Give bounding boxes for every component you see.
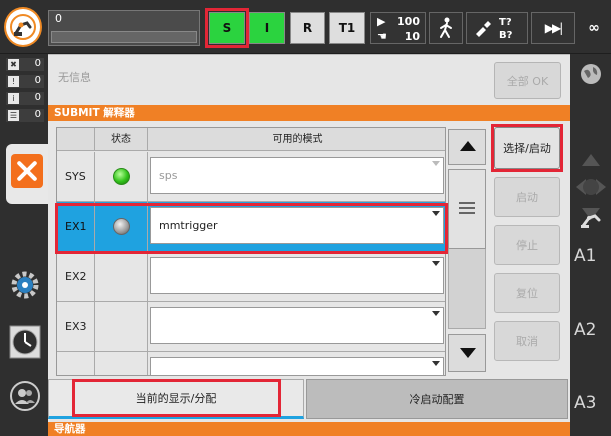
column-header-name <box>57 128 95 151</box>
drives-status-button[interactable]: I <box>249 12 285 44</box>
tool-base-display[interactable]: T? B? <box>466 12 528 44</box>
axis-label-a1[interactable]: A1 <box>574 246 596 266</box>
arrow-down-icon <box>460 348 476 358</box>
play-icon: ▶ <box>377 15 386 28</box>
stop-button[interactable]: 停止 <box>494 225 560 265</box>
status-led-grey-icon <box>113 218 130 235</box>
row-name <box>57 352 95 375</box>
axis-jog-robot-icon[interactable] <box>579 206 603 230</box>
scroll-down-button[interactable] <box>448 334 486 372</box>
tab-cold-start-config[interactable]: 冷启动配置 <box>306 379 568 419</box>
message-window[interactable]: 0 <box>48 10 200 46</box>
clock-icon[interactable] <box>9 325 41 359</box>
increment-jog-icon[interactable]: ▶▶| <box>531 12 575 44</box>
mode-dropdown[interactable] <box>150 357 444 375</box>
info-icon: i <box>8 93 19 104</box>
warning-counter[interactable]: ! 0 <box>6 75 44 88</box>
acknowledge-all-button[interactable]: 全部 OK <box>494 62 561 99</box>
mode-dropdown[interactable]: sps <box>150 157 444 194</box>
info-count: 0 <box>34 92 41 103</box>
start-button[interactable]: 启动 <box>494 177 560 217</box>
tool-value: T? <box>499 17 512 28</box>
mode-dropdown[interactable]: mmtrigger <box>150 207 444 244</box>
error-counter[interactable]: ✖ 0 <box>6 58 44 71</box>
message-text: 无信息 <box>58 71 91 84</box>
note-icon: ☰ <box>8 110 19 121</box>
note-counter[interactable]: ☰ 0 <box>6 109 44 122</box>
base-value: B? <box>499 30 513 41</box>
mode-dropdown[interactable] <box>150 257 444 294</box>
status-bar: 0 S I R T1 ▶ 100 ☚ 10 T? B? ▶▶| ∞ <box>0 0 611 54</box>
increment-value[interactable]: ∞ <box>577 12 611 44</box>
override-display[interactable]: ▶ 100 ☚ 10 <box>370 12 426 44</box>
note-count: 0 <box>34 109 41 120</box>
program-override-value: 100 <box>397 15 420 28</box>
close-icon[interactable] <box>11 154 43 188</box>
axis-label-a2[interactable]: A2 <box>574 320 596 340</box>
row-name: EX1 <box>57 202 95 251</box>
error-count: 0 <box>34 58 41 69</box>
table-row-sys[interactable]: SYS sps <box>57 152 445 202</box>
robot-logo-icon[interactable] <box>4 7 42 47</box>
warning-icon: ! <box>8 76 19 87</box>
select-start-button[interactable]: 选择/启动 <box>494 127 560 169</box>
message-progress <box>51 31 197 43</box>
navigator-title: 导航器 <box>48 422 570 436</box>
reset-button[interactable]: 复位 <box>494 273 560 313</box>
table-row-ex1[interactable]: EX1 mmtrigger <box>57 202 445 252</box>
close-panel-tab[interactable] <box>6 144 48 204</box>
hand-icon: ☚ <box>377 30 387 43</box>
message-count: 0 <box>55 12 62 25</box>
row-name: EX3 <box>57 302 95 351</box>
row-name: SYS <box>57 152 95 201</box>
robot-interpreter-status-button[interactable]: R <box>290 12 325 44</box>
left-sidebar: ✖ 0 ! 0 i 0 ☰ 0 <box>0 54 48 436</box>
operating-mode-button[interactable]: T1 <box>329 12 365 44</box>
cancel-button[interactable]: 取消 <box>494 321 560 361</box>
row-name: EX2 <box>57 252 95 301</box>
status-led-green-icon <box>113 168 130 185</box>
table-row-ex4[interactable] <box>57 352 445 375</box>
jog-override-value: 10 <box>404 30 420 43</box>
info-counter[interactable]: i 0 <box>6 92 44 105</box>
scrollbar-thumb[interactable] <box>448 169 486 249</box>
submit-interpreter-status-button[interactable]: S <box>205 8 249 48</box>
tab-current-display[interactable]: 当前的显示/分配 <box>48 379 304 419</box>
world-coordinates-icon[interactable] <box>579 62 603 86</box>
tool-icon <box>473 19 493 42</box>
row-status <box>95 302 148 351</box>
row-status <box>95 252 148 301</box>
arrow-up-icon <box>460 141 476 151</box>
row-status <box>95 152 148 201</box>
panel-title: SUBMIT 解释器 <box>48 105 570 121</box>
message-area: 无信息 全部 OK <box>48 54 570 105</box>
row-status <box>95 202 148 251</box>
axis-label-a3[interactable]: A3 <box>574 393 596 413</box>
row-status <box>95 352 148 375</box>
column-header-status: 状态 <box>95 128 148 151</box>
submit-interpreter-panel: 状态 可用的模式 SYS sps EX1 mmtrigger EX2 EX3 选… <box>48 121 570 422</box>
right-sidebar: A1 A2 A3 <box>570 54 611 436</box>
column-header-modes: 可用的模式 <box>148 128 445 151</box>
error-icon: ✖ <box>8 59 19 70</box>
table-row-ex3[interactable]: EX3 <box>57 302 445 352</box>
mode-dropdown[interactable] <box>150 307 444 344</box>
program-run-mode-icon[interactable] <box>429 12 463 44</box>
table-row-ex2[interactable]: EX2 <box>57 252 445 302</box>
interpreter-table: 状态 可用的模式 SYS sps EX1 mmtrigger EX2 EX3 <box>56 127 446 376</box>
user-group-icon[interactable] <box>9 380 41 412</box>
settings-gear-icon[interactable] <box>9 269 41 301</box>
scroll-up-button[interactable] <box>448 129 486 165</box>
warning-count: 0 <box>34 75 41 86</box>
